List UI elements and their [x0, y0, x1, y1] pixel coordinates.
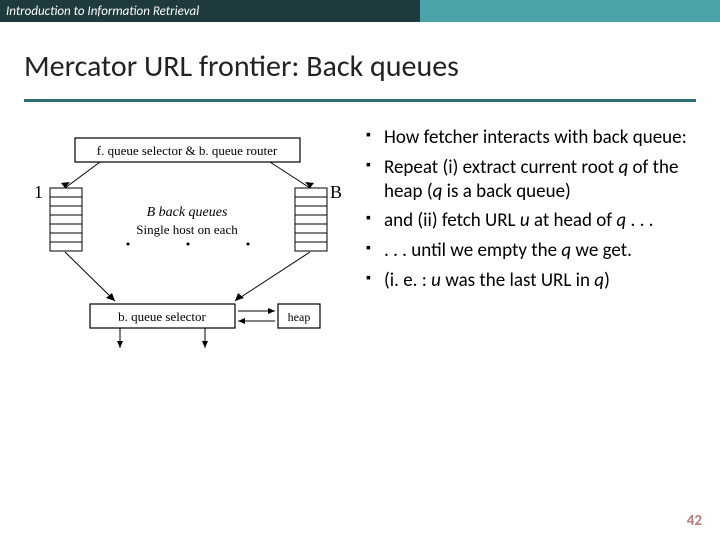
diagram-mid2: Single host on each — [136, 222, 238, 237]
diagram-heap-box: heap — [288, 310, 311, 324]
content-area: f. queue selector & b. queue router 1 B — [0, 102, 720, 411]
diagram-mid1: B back queues — [147, 205, 228, 220]
title-area: Mercator URL frontier: Back queues — [0, 22, 720, 93]
bullet-5: (i. e. : u was the last URL in q) — [366, 269, 700, 293]
bullet-4: . . . until we empty the q we get. — [366, 239, 700, 263]
header-bar: Introduction to Information Retrieval — [0, 0, 720, 22]
diagram-left-label: 1 — [34, 182, 43, 202]
bullet-2: Repeat (i) extract current root q of the… — [366, 156, 700, 204]
bullet-list: How fetcher interacts with back queue: R… — [366, 126, 700, 411]
diagram-top-box: f. queue selector & b. queue router — [97, 143, 278, 158]
slide-title: Mercator URL frontier: Back queues — [24, 48, 696, 85]
header-left: Introduction to Information Retrieval — [0, 0, 420, 22]
right-queue-icon — [295, 188, 327, 251]
course-title: Introduction to Information Retrieval — [6, 4, 199, 19]
diagram-right-label: B — [330, 182, 342, 202]
bullet-3: and (ii) fetch URL u at head of q . . . — [366, 209, 700, 233]
header-right — [420, 0, 720, 22]
diagram-bottom-box: b. queue selector — [118, 309, 206, 324]
bullet-1: How fetcher interacts with back queue: — [366, 126, 700, 150]
left-queue-icon — [50, 188, 82, 251]
page-number: 42 — [687, 512, 702, 530]
diagram: f. queue selector & b. queue router 1 B — [20, 126, 350, 411]
